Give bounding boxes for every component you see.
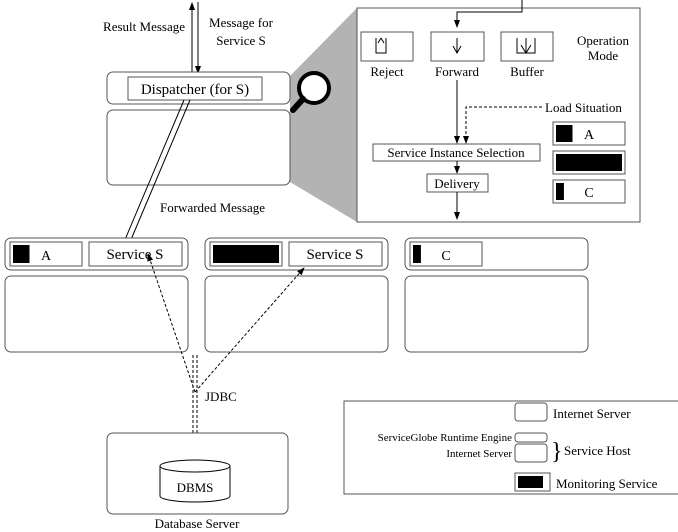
load-label: A — [41, 249, 52, 264]
legend-internet-server-2-label: Internet Server — [446, 448, 512, 460]
load-label: A — [584, 128, 595, 143]
legend-internet-server-label: Internet Server — [553, 406, 631, 421]
legend-monitoring-label: Monitoring Service — [556, 476, 658, 491]
jdbc-label: JDBC — [205, 389, 237, 404]
reject-label: Reject — [370, 64, 404, 79]
legend-service-host-label: Service Host — [564, 443, 631, 458]
zoom-wedge — [290, 8, 357, 222]
result-message-label: Result Message — [103, 19, 185, 34]
delivery-label: Delivery — [434, 176, 480, 191]
service-host-a: A Service S — [4, 237, 189, 353]
load-bar — [413, 245, 421, 263]
legend-monitoring-fill — [518, 476, 543, 488]
load-situation-label: Load Situation — [545, 100, 622, 115]
serviceglobe-dispatcher-diagram: Result Message Message for Service S Dis… — [4, 0, 678, 531]
load-bar — [556, 183, 564, 200]
dbms-cylinder[interactable]: DBMS — [159, 459, 231, 503]
load-bar — [556, 125, 573, 142]
service-host-c: C — [404, 237, 589, 353]
database-server-label: Database Server — [155, 516, 240, 531]
forward-label: Forward — [435, 64, 480, 79]
message-for-label-2: Service S — [216, 33, 265, 48]
load-label: C — [584, 186, 593, 201]
legend-runtime-engine-label: ServiceGlobe Runtime Engine — [378, 432, 513, 444]
load-label: B — [241, 249, 250, 264]
message-for-label: Message for — [209, 15, 274, 30]
internet-server-box — [4, 275, 189, 353]
service-host-b: B Service S — [204, 237, 389, 353]
internet-server-box — [204, 275, 389, 353]
service-instance-selection-label: Service Instance Selection — [387, 145, 525, 160]
buffer-label: Buffer — [510, 64, 544, 79]
mode-forward[interactable]: Forward — [430, 31, 485, 79]
load-label: C — [441, 249, 450, 264]
legend-internet-server-2-swatch — [514, 443, 548, 463]
internet-server-box — [404, 275, 589, 353]
operation-mode-label: Operation — [577, 33, 629, 48]
dispatcher-label: Dispatcher (for S) — [141, 82, 249, 98]
load-label: B — [584, 157, 593, 172]
load-indicator-b: B — [552, 150, 626, 175]
legend-internet-server-swatch — [514, 402, 548, 422]
brace-icon: } — [551, 439, 563, 465]
forwarded-message-label: Forwarded Message — [160, 200, 265, 215]
legend-runtime-engine-swatch — [514, 432, 548, 443]
dbms-label: DBMS — [177, 480, 214, 495]
load-indicator-c: C — [552, 179, 626, 204]
load-indicator-a: A — [552, 121, 626, 146]
operation-mode-label-2: Mode — [588, 48, 619, 63]
service-label: Service S — [306, 247, 363, 263]
dispatcher-internet-server — [106, 109, 291, 186]
load-bar — [13, 245, 30, 263]
service-label: Service S — [106, 247, 163, 263]
